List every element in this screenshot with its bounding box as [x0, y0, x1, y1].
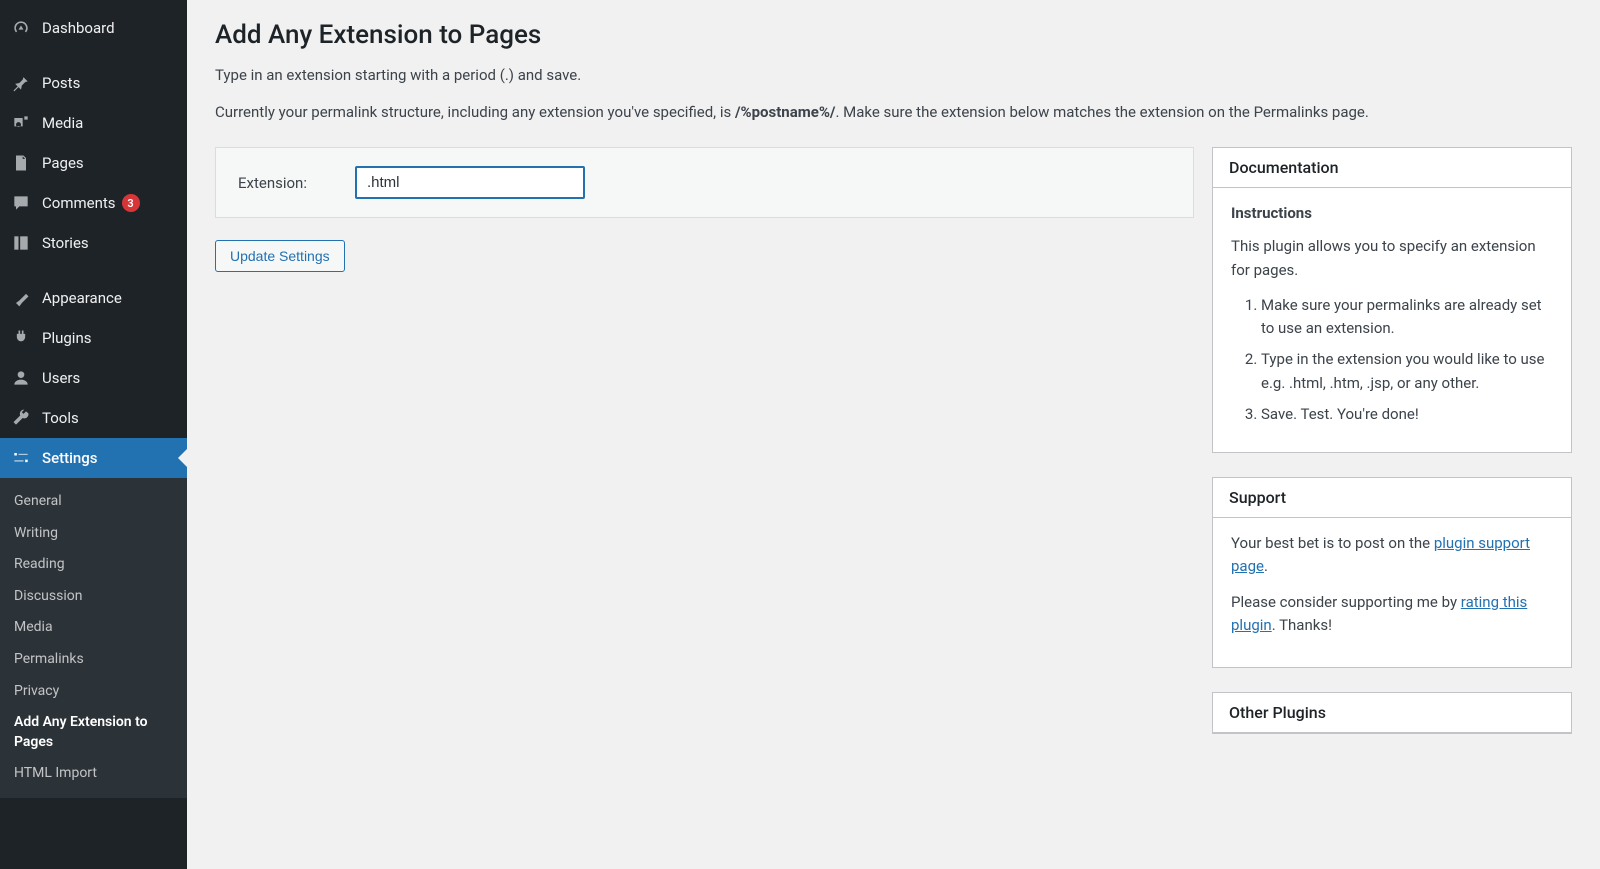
- permalink-note: Currently your permalink structure, incl…: [215, 101, 1572, 124]
- sidebar-item-label: Stories: [42, 234, 89, 252]
- submenu-item-permalinks[interactable]: Permalinks: [0, 644, 187, 676]
- submenu-item-general[interactable]: General: [0, 486, 187, 518]
- extension-form-box: Extension:: [215, 147, 1194, 218]
- page-description: Type in an extension starting with a per…: [215, 64, 1572, 87]
- instructions-header: Instructions: [1231, 202, 1553, 225]
- sidebar-item-label: Appearance: [42, 289, 122, 307]
- sidebar-item-settings[interactable]: Settings: [0, 438, 187, 478]
- settings-submenu: General Writing Reading Discussion Media…: [0, 478, 187, 798]
- page-title: Add Any Extension to Pages: [215, 20, 1572, 50]
- plug-icon: [10, 327, 32, 349]
- sidebar-item-users[interactable]: Users: [0, 358, 187, 398]
- dashboard-icon: [10, 17, 32, 39]
- instruction-step: Type in the extension you would like to …: [1261, 348, 1553, 395]
- submenu-item-media[interactable]: Media: [0, 612, 187, 644]
- pin-icon: [10, 72, 32, 94]
- other-plugins-header: Other Plugins: [1213, 693, 1571, 733]
- stories-icon: [10, 232, 32, 254]
- instruction-step: Make sure your permalinks are already se…: [1261, 294, 1553, 341]
- documentation-intro: This plugin allows you to specify an ext…: [1231, 235, 1553, 282]
- permalink-structure-value: /%postname%/: [735, 103, 836, 121]
- support-header: Support: [1213, 478, 1571, 518]
- sidebar-item-label: Users: [42, 369, 80, 387]
- support-postbox: Support Your best bet is to post on the …: [1212, 477, 1572, 668]
- permalink-note-suffix: . Make sure the extension below matches …: [835, 103, 1368, 121]
- submenu-item-html-import[interactable]: HTML Import: [0, 758, 187, 790]
- submenu-item-writing[interactable]: Writing: [0, 518, 187, 550]
- other-plugins-postbox: Other Plugins: [1212, 692, 1572, 734]
- documentation-postbox: Documentation Instructions This plugin a…: [1212, 147, 1572, 453]
- submenu-item-discussion[interactable]: Discussion: [0, 581, 187, 613]
- submenu-item-add-any-extension[interactable]: Add Any Extension to Pages: [0, 707, 187, 758]
- sidebar-item-pages[interactable]: Pages: [0, 143, 187, 183]
- update-settings-button[interactable]: Update Settings: [215, 240, 345, 272]
- extension-input[interactable]: [355, 166, 585, 199]
- support-line2-prefix: Please consider supporting me by: [1231, 593, 1461, 611]
- brush-icon: [10, 287, 32, 309]
- sidebar-item-label: Comments: [42, 194, 116, 212]
- sidebar-item-stories[interactable]: Stories: [0, 223, 187, 263]
- documentation-header: Documentation: [1213, 148, 1571, 188]
- sidebar-item-label: Dashboard: [42, 19, 115, 37]
- wrench-icon: [10, 407, 32, 429]
- main-content: Add Any Extension to Pages Type in an ex…: [187, 0, 1600, 869]
- instructions-list: Make sure your permalinks are already se…: [1231, 294, 1553, 426]
- sidebar-item-dashboard[interactable]: Dashboard: [0, 8, 187, 48]
- sidebar-item-comments[interactable]: Comments 3: [0, 183, 187, 223]
- admin-sidebar: Dashboard Posts Media Pages Comments 3 S…: [0, 0, 187, 869]
- permalink-note-prefix: Currently your permalink structure, incl…: [215, 103, 735, 121]
- user-icon: [10, 367, 32, 389]
- sidebar-item-media[interactable]: Media: [0, 103, 187, 143]
- settings-sliders-icon: [10, 447, 32, 469]
- submenu-item-reading[interactable]: Reading: [0, 549, 187, 581]
- sidebar-item-label: Posts: [42, 74, 80, 92]
- sidebar-item-label: Settings: [42, 449, 98, 467]
- submenu-item-privacy[interactable]: Privacy: [0, 676, 187, 708]
- sidebar-item-label: Plugins: [42, 329, 91, 347]
- comments-count-badge: 3: [122, 194, 140, 212]
- instruction-step: Save. Test. You're done!: [1261, 403, 1553, 426]
- sidebar-item-tools[interactable]: Tools: [0, 398, 187, 438]
- support-line1-prefix: Your best bet is to post on the: [1231, 534, 1434, 552]
- sidebar-item-plugins[interactable]: Plugins: [0, 318, 187, 358]
- sidebar-item-label: Tools: [42, 409, 79, 427]
- media-icon: [10, 112, 32, 134]
- sidebar-item-label: Media: [42, 114, 83, 132]
- comment-icon: [10, 192, 32, 214]
- support-line-1: Your best bet is to post on the plugin s…: [1231, 532, 1553, 579]
- page-icon: [10, 152, 32, 174]
- support-line1-suffix: .: [1264, 557, 1268, 575]
- support-line2-suffix: . Thanks!: [1272, 616, 1332, 634]
- support-line-2: Please consider supporting me by rating …: [1231, 591, 1553, 638]
- sidebar-item-label: Pages: [42, 154, 84, 172]
- sidebar-item-posts[interactable]: Posts: [0, 63, 187, 103]
- sidebar-item-appearance[interactable]: Appearance: [0, 278, 187, 318]
- extension-label: Extension:: [238, 174, 307, 192]
